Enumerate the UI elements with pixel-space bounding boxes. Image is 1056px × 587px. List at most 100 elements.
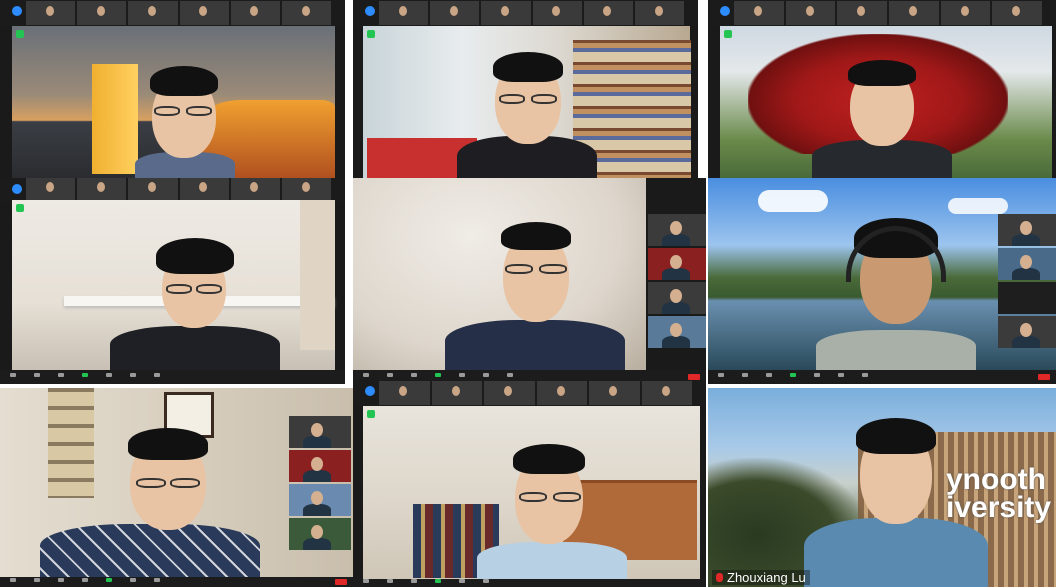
gallery-thumb[interactable] [179,178,229,201]
share-screen-button[interactable] [431,579,445,587]
participant-tile-7[interactable] [0,388,353,587]
gallery-thumb[interactable] [26,1,76,25]
gallery-thumb[interactable] [998,248,1056,280]
mute-button[interactable] [359,579,373,587]
participant-tile-3[interactable] [708,0,1056,178]
apps-button[interactable] [479,579,493,587]
gallery-thumb[interactable] [998,316,1056,348]
apps-button[interactable] [150,578,164,586]
gallery-thumb[interactable] [583,1,633,25]
cloud [948,198,1008,214]
apps-button[interactable] [858,373,872,381]
gallery-thumb[interactable] [634,1,685,25]
gallery-thumb[interactable] [734,1,784,25]
share-screen-button[interactable] [102,578,116,586]
security-shield-icon[interactable] [720,6,730,16]
gallery-thumb[interactable] [179,1,229,25]
gallery-thumb[interactable] [998,214,1056,246]
reactions-button[interactable] [455,579,469,587]
gallery-thumb[interactable] [889,1,939,25]
reactions-button[interactable] [126,373,140,381]
security-shield-icon[interactable] [12,6,22,16]
reactions-button[interactable] [834,373,848,381]
gallery-thumb[interactable] [230,178,280,201]
live-transcript-button[interactable] [102,373,116,381]
apps-button[interactable] [150,373,164,381]
gallery-thumb[interactable] [430,1,480,25]
video-on-icon [367,410,375,418]
participant-tile-9[interactable]: ynooth iversity Zhouxiang Lu [708,388,1056,587]
participant-tile-2[interactable] [353,0,698,178]
gallery-thumb[interactable] [431,381,482,405]
reactions-button[interactable] [126,578,140,586]
meeting-controls [0,370,345,384]
mute-button[interactable] [714,373,728,381]
gallery-thumb[interactable] [379,1,429,25]
gallery-thumb[interactable] [289,484,351,516]
gallery-thumb[interactable] [289,518,351,550]
participant-tile-1[interactable] [0,0,345,178]
gallery-thumb[interactable] [128,1,178,25]
participant-video [40,428,260,578]
participants-button[interactable] [30,373,44,381]
gallery-thumb[interactable] [26,178,76,201]
mic-muted-icon [716,573,723,582]
end-meeting-icon[interactable] [1038,374,1050,380]
meeting-controls [708,370,1056,384]
gallery-strip [708,0,1056,26]
stop-video-button[interactable] [30,578,44,586]
security-shield-icon[interactable] [12,184,22,194]
gallery-thumb[interactable] [481,1,531,25]
participant-video [796,418,996,587]
wall-cabinet [300,200,335,350]
participants-button[interactable] [762,373,776,381]
gallery-thumb[interactable] [837,1,888,25]
gallery-thumb[interactable] [648,248,706,280]
stop-video-button[interactable] [383,579,397,587]
gallery-thumb[interactable] [641,381,692,405]
participant-tile-8[interactable] [353,380,706,587]
participants-button[interactable] [54,578,68,586]
gallery-thumb[interactable] [998,282,1056,314]
share-screen-button[interactable] [786,373,800,381]
cloud [758,190,828,212]
gallery-thumb[interactable] [379,381,430,405]
video-on-icon [367,30,375,38]
participant-tile-6[interactable] [708,178,1056,384]
gallery-thumb[interactable] [230,1,280,25]
gallery-thumb[interactable] [648,214,706,246]
mute-button[interactable] [6,578,20,586]
gallery-thumb[interactable] [536,381,587,405]
gallery-thumb[interactable] [992,1,1043,25]
gallery-thumb[interactable] [532,1,582,25]
gallery-thumb[interactable] [289,450,351,482]
participant-name-label: Zhouxiang Lu [712,570,810,585]
stop-video-button[interactable] [738,373,752,381]
security-shield-icon[interactable] [365,6,375,16]
stop-video-button[interactable] [6,373,20,381]
participants-button[interactable] [407,579,421,587]
gallery-thumb[interactable] [289,416,351,448]
gallery-thumb[interactable] [940,1,991,25]
gallery-thumb[interactable] [128,178,178,201]
participant-video [812,60,952,178]
chat-button[interactable] [54,373,68,381]
security-shield-icon[interactable] [365,386,375,396]
chat-button[interactable] [78,578,92,586]
gallery-thumb[interactable] [77,1,127,25]
participant-tile-4[interactable] [0,178,345,384]
share-screen-button[interactable] [78,373,92,381]
gallery-thumb[interactable] [484,381,535,405]
participant-tile-5[interactable] [353,178,706,384]
gallery-thumb[interactable] [589,381,640,405]
gallery-thumb[interactable] [785,1,836,25]
gallery-thumb[interactable] [648,282,706,314]
gallery-thumb[interactable] [281,1,332,25]
live-transcript-button[interactable] [810,373,824,381]
gallery-strip [0,178,345,202]
gallery-thumb[interactable] [77,178,127,201]
gallery-thumb[interactable] [281,178,332,201]
end-meeting-icon[interactable] [335,579,347,585]
gallery-thumb[interactable] [648,316,706,348]
meeting-controls [353,579,706,587]
